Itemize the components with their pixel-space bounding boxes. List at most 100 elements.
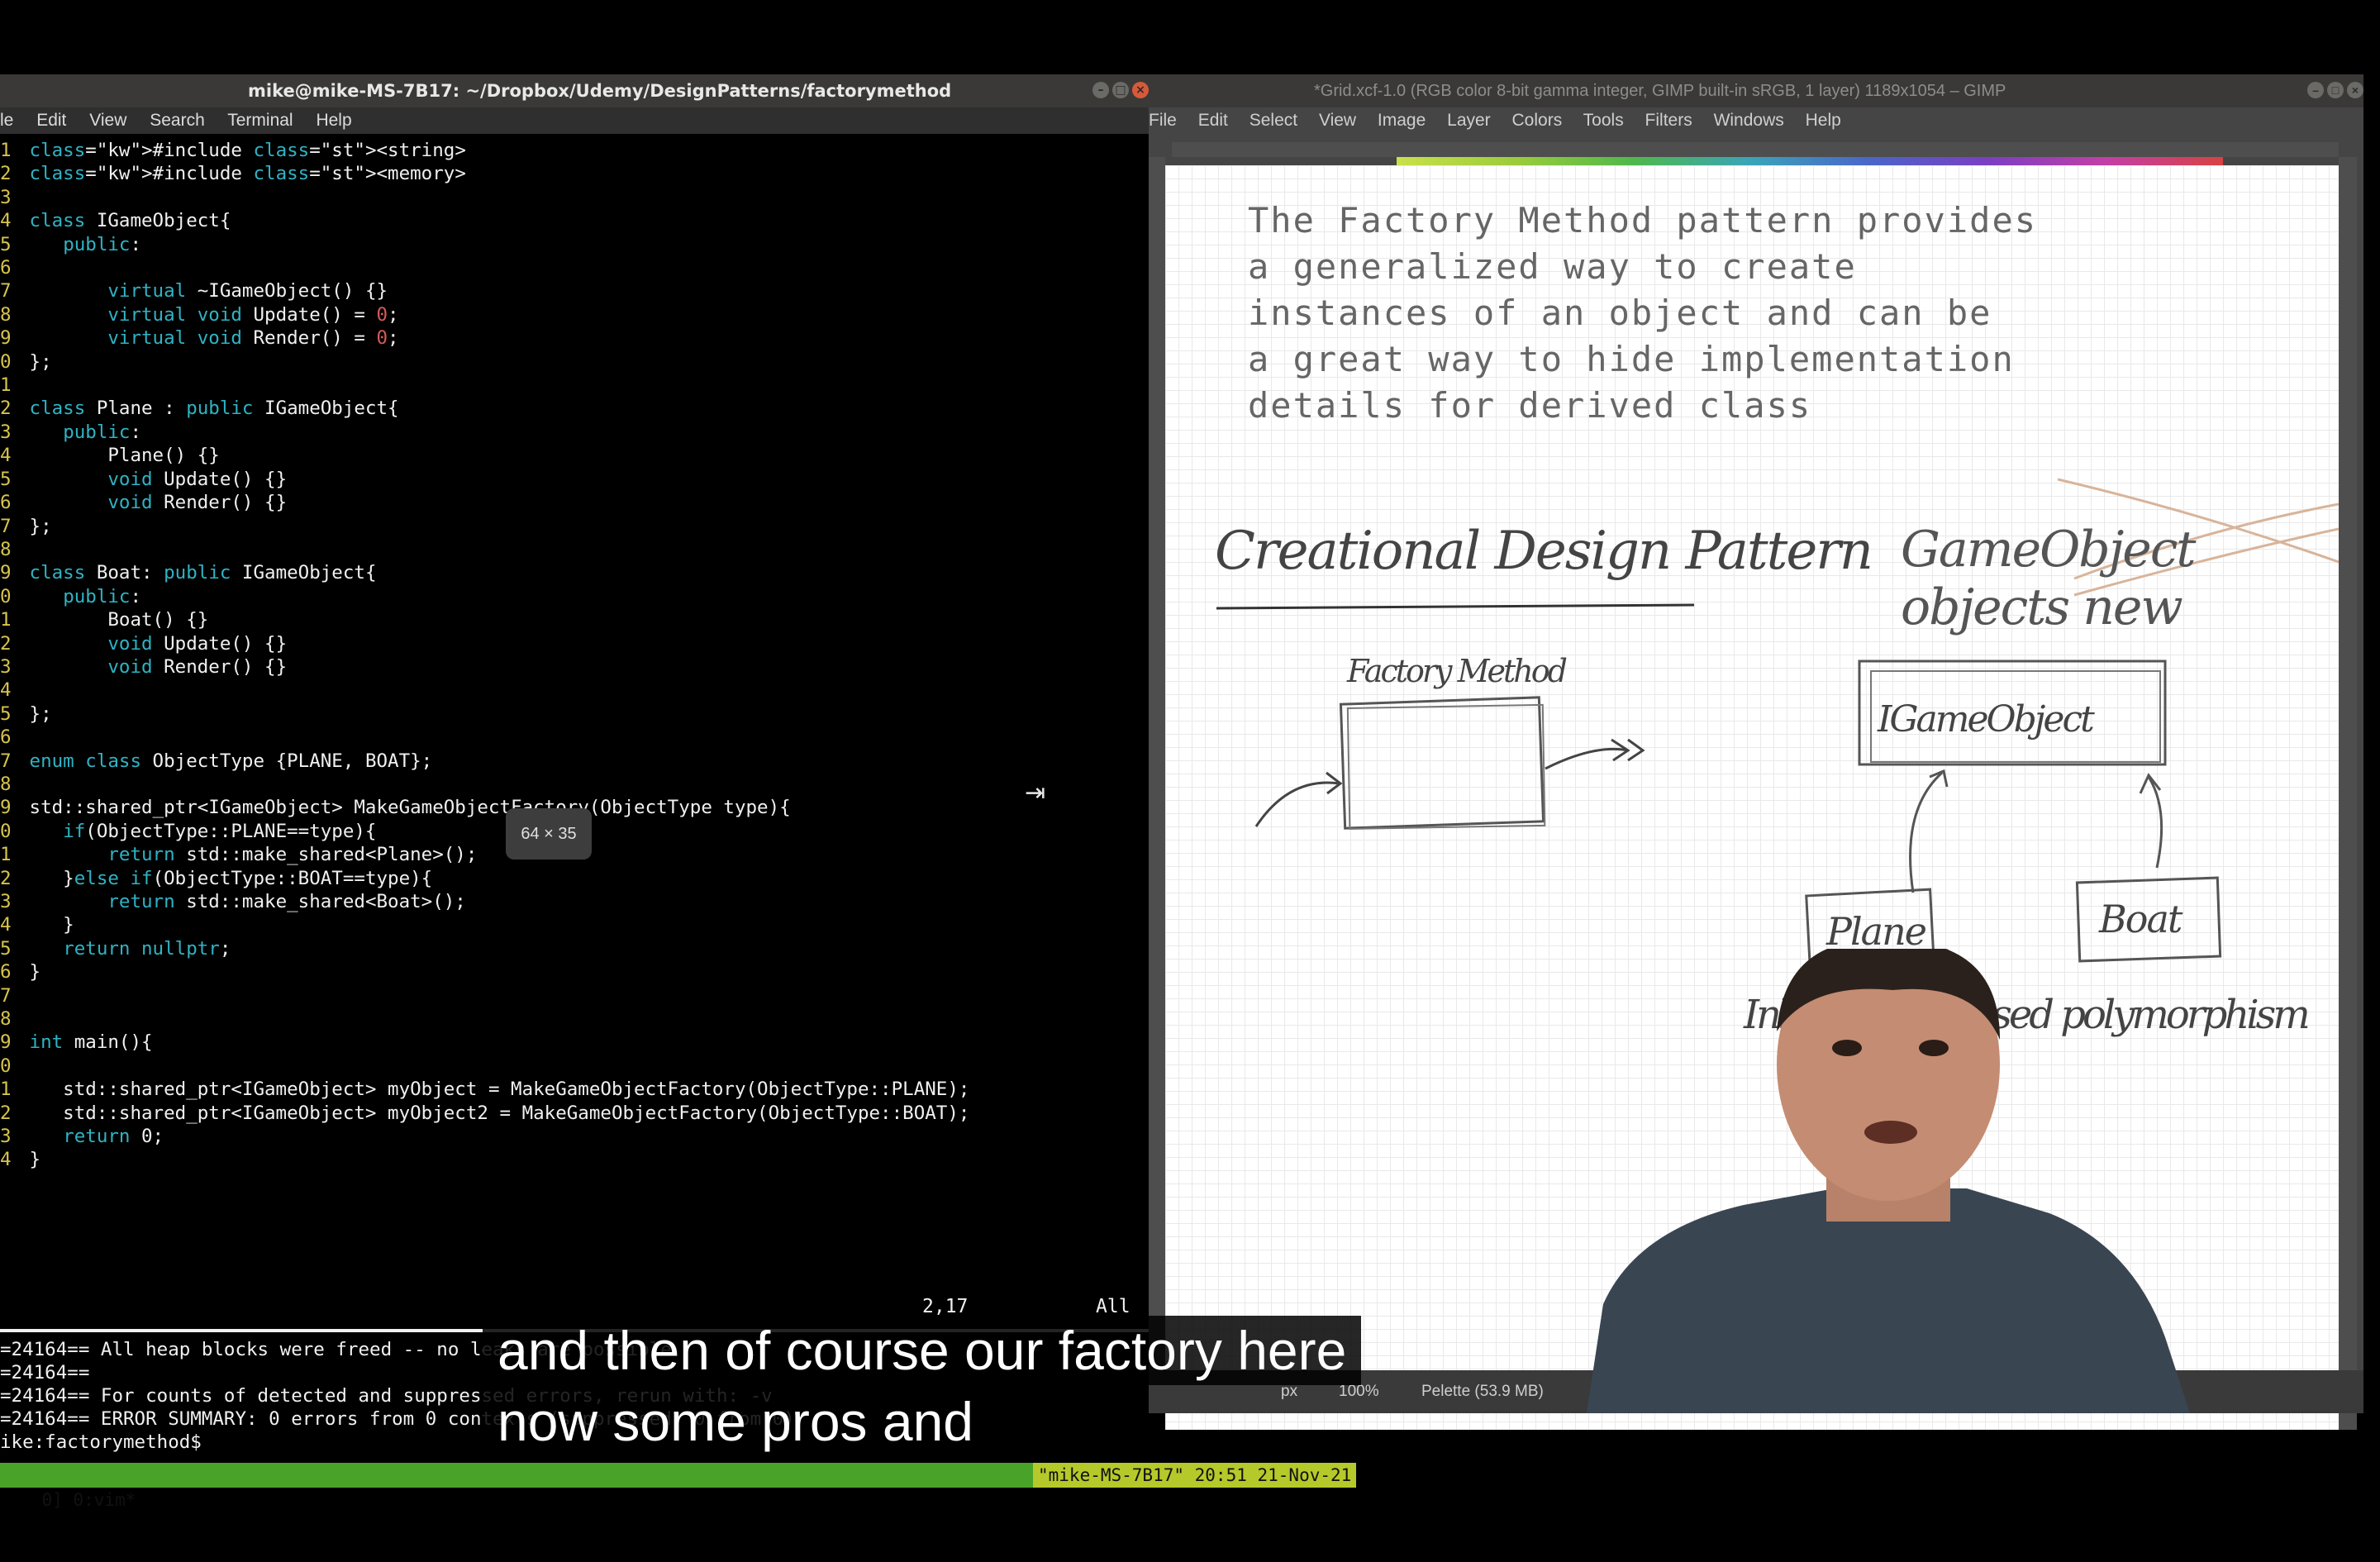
code-line[interactable]: 2 }else if(ObjectType::BOAT==type){ xyxy=(0,867,969,890)
tmux-window-list[interactable]: 0] 0:vim* xyxy=(42,1490,136,1510)
code-text: Plane() {} xyxy=(18,445,220,467)
line-number: 1 xyxy=(0,1079,12,1101)
code-line[interactable]: 7 xyxy=(0,984,969,1007)
code-line[interactable]: 5 }; xyxy=(0,702,969,726)
code-line[interactable]: 0 public: xyxy=(0,585,969,608)
code-line[interactable]: 4 xyxy=(0,679,969,702)
line-number: 4 xyxy=(0,445,12,467)
code-line[interactable]: 5 void Update() {} xyxy=(0,468,969,491)
cursor-position: 2,17 xyxy=(922,1296,969,1317)
gimp-menu-tools[interactable]: Tools xyxy=(1583,111,1624,130)
code-line[interactable]: 2 void Update() {} xyxy=(0,632,969,655)
gimp-menu-colors[interactable]: Colors xyxy=(1512,111,1563,130)
code-line[interactable]: 1 xyxy=(0,374,969,397)
code-line[interactable]: 8 xyxy=(0,538,969,561)
gimp-menu-filters[interactable]: Filters xyxy=(1645,111,1692,130)
code-line[interactable]: 7 }; xyxy=(0,515,969,538)
line-number: 3 xyxy=(0,655,12,678)
gimp-titlebar[interactable]: *Grid.xcf-1.0 (RGB color 8-bit gamma int… xyxy=(1149,74,2363,107)
code-line[interactable]: 1 return std::make_shared<Plane>(); xyxy=(0,843,969,866)
code-line[interactable]: 0 xyxy=(0,1055,969,1078)
code-line[interactable]: 5 public: xyxy=(0,233,969,256)
line-number: 5 xyxy=(0,937,12,960)
code-line[interactable]: 8 xyxy=(0,1007,969,1031)
code-line[interactable]: 3 void Render() {} xyxy=(0,655,969,679)
menu-search[interactable]: Search xyxy=(150,111,205,130)
code-line[interactable]: 9 int main(){ xyxy=(0,1031,969,1054)
ruler-horizontal[interactable] xyxy=(1172,142,2339,157)
gimp-scrollbar[interactable] xyxy=(2339,157,2357,1430)
code-line[interactable]: 2 std::shared_ptr<IGameObject> myObject2… xyxy=(0,1102,969,1125)
line-number: 8 xyxy=(0,773,12,795)
code-text: class Boat: public IGameObject{ xyxy=(29,562,377,584)
code-line[interactable]: 3 public: xyxy=(0,421,969,444)
shell-prompt[interactable]: ike:factorymethod$ xyxy=(0,1431,202,1453)
terminal-window[interactable]: mike@mike-MS-7B17: ~/Dropbox/Udemy/Desig… xyxy=(0,74,1357,1510)
code-line[interactable]: 6 xyxy=(0,726,969,749)
gimp-menu-layer[interactable]: Layer xyxy=(1447,111,1491,130)
code-line[interactable]: 9 std::shared_ptr<IGameObject> MakeGameO… xyxy=(0,796,969,819)
line-number: 9 xyxy=(0,327,12,350)
close-icon[interactable]: × xyxy=(2347,82,2363,98)
code-text: void Render() {} xyxy=(107,655,288,678)
code-line[interactable]: 8 virtual void Update() = 0; xyxy=(0,303,969,326)
line-number: 7 xyxy=(0,280,12,302)
code-line[interactable]: 2 class Plane : public IGameObject{ xyxy=(0,397,969,420)
code-line[interactable]: 4 class IGameObject{ xyxy=(0,209,969,232)
gimp-menu-windows[interactable]: Windows xyxy=(1714,111,1784,130)
code-line[interactable]: 6 } xyxy=(0,960,969,983)
gimp-menu-view[interactable]: View xyxy=(1319,111,1356,130)
presenter-mouth xyxy=(1864,1121,1917,1144)
line-number: 2 xyxy=(0,163,12,185)
code-line[interactable]: 3 xyxy=(0,186,969,209)
line-number: 5 xyxy=(0,702,12,725)
gimp-menu-select[interactable]: Select xyxy=(1250,111,1297,130)
code-text: return 0; xyxy=(63,1126,164,1148)
menu-help[interactable]: Help xyxy=(316,111,351,130)
line-number: 0 xyxy=(0,1055,12,1077)
sketch-crossed-text: GameObject objects new xyxy=(1901,521,2197,636)
gimp-menu-file[interactable]: File xyxy=(1149,111,1177,130)
maximize-icon[interactable]: □ xyxy=(1112,82,1129,98)
code-line[interactable]: 7 virtual ~IGameObject() {} xyxy=(0,279,969,302)
code-line[interactable]: 9 virtual void Render() = 0; xyxy=(0,326,969,350)
code-text: class="kw">#include class="st"><memory> xyxy=(29,163,466,185)
line-number: 8 xyxy=(0,1008,12,1031)
menu-terminal[interactable]: Terminal xyxy=(227,111,293,130)
code-line[interactable]: 8 xyxy=(0,773,969,796)
code-line[interactable]: 6 xyxy=(0,256,969,279)
code-line[interactable]: 3 return std::make_shared<Boat>(); xyxy=(0,890,969,913)
menu-edit[interactable]: Edit xyxy=(36,111,66,130)
line-number: 6 xyxy=(0,257,12,279)
code-line[interactable]: 1 std::shared_ptr<IGameObject> myObject … xyxy=(0,1078,969,1101)
code-line[interactable]: 6 void Render() {} xyxy=(0,491,969,514)
menu-view[interactable]: View xyxy=(89,111,126,130)
code-line[interactable]: 7 enum class ObjectType {PLANE, BOAT}; xyxy=(0,750,969,773)
menu-file[interactable]: le xyxy=(0,111,13,130)
code-line[interactable]: 5 return nullptr; xyxy=(0,937,969,960)
close-icon[interactable]: × xyxy=(1132,82,1149,98)
code-line[interactable]: 3 return 0; xyxy=(0,1125,969,1148)
code-line[interactable]: 1 Boat() {} xyxy=(0,608,969,631)
ruler-vertical[interactable] xyxy=(1149,157,1165,1397)
vim-editor[interactable]: 1 class="kw">#include class="st"><string… xyxy=(0,139,969,1172)
minimize-icon[interactable]: – xyxy=(1092,82,1109,98)
gimp-menu-edit[interactable]: Edit xyxy=(1198,111,1228,130)
code-line[interactable]: 4 } xyxy=(0,1148,969,1171)
code-line[interactable]: 0 }; xyxy=(0,350,969,374)
gimp-menu-help[interactable]: Help xyxy=(1806,111,1841,130)
code-line[interactable]: 0 if(ObjectType::PLANE==type){ xyxy=(0,820,969,843)
code-line[interactable]: 4 } xyxy=(0,913,969,936)
minimize-icon[interactable]: – xyxy=(2307,82,2324,98)
line-number: 7 xyxy=(0,515,12,537)
code-line[interactable]: 2 class="kw">#include class="st"><memory… xyxy=(0,162,969,185)
gimp-menu-image[interactable]: Image xyxy=(1378,111,1426,130)
line-number: 0 xyxy=(0,585,12,607)
terminal-titlebar[interactable]: mike@mike-MS-7B17: ~/Dropbox/Udemy/Desig… xyxy=(0,74,1149,107)
code-line[interactable]: 9 class Boat: public IGameObject{ xyxy=(0,561,969,584)
gimp-title: *Grid.xcf-1.0 (RGB color 8-bit gamma int… xyxy=(1314,82,2006,100)
maximize-icon[interactable]: □ xyxy=(2327,82,2344,98)
code-line[interactable]: 1 class="kw">#include class="st"><string… xyxy=(0,139,969,162)
code-line[interactable]: 4 Plane() {} xyxy=(0,444,969,467)
code-text: public: xyxy=(63,421,142,443)
